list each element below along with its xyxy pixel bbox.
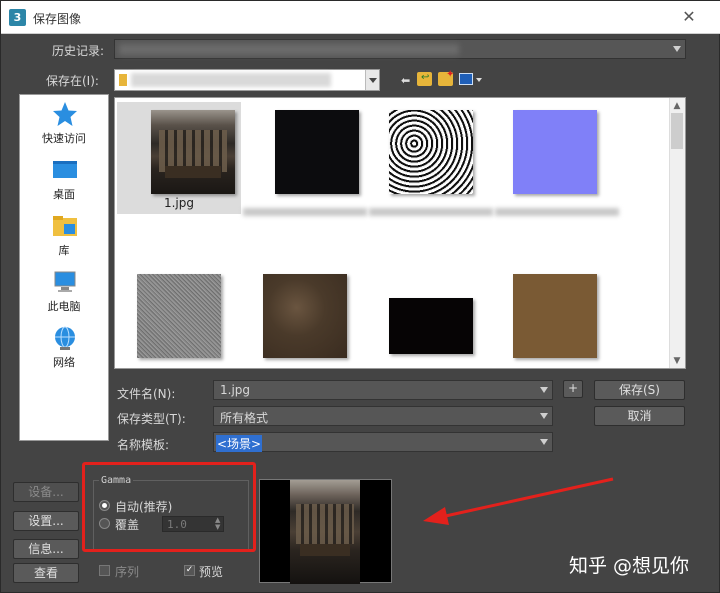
file-item[interactable]	[369, 266, 493, 368]
place-library[interactable]: 库	[20, 209, 108, 265]
star-icon	[53, 102, 77, 126]
file-item[interactable]: 1.jpg	[117, 102, 241, 214]
blurred-file-name	[243, 208, 367, 216]
places-sidebar: 快速访问 桌面 库 此电脑 网络	[19, 94, 109, 441]
filetype-value: 所有格式	[220, 411, 269, 425]
file-thumbnail	[389, 110, 473, 194]
place-quick-access[interactable]: 快速访问	[20, 97, 108, 153]
file-item[interactable]	[117, 266, 241, 368]
highlight-box	[82, 462, 256, 552]
chevron-down-icon	[673, 46, 681, 52]
file-thumbnail	[389, 298, 473, 354]
folder-icon	[119, 74, 127, 86]
blurred-history-path	[119, 44, 459, 55]
template-value: <场景>	[216, 435, 263, 452]
chevron-down-icon	[540, 387, 548, 393]
scroll-down-icon[interactable]: ▼	[671, 355, 683, 367]
place-label: 此电脑	[47, 300, 81, 313]
setup-button[interactable]: 设置...	[13, 511, 79, 531]
file-item[interactable]	[369, 102, 493, 216]
desktop-icon	[53, 161, 77, 178]
computer-icon	[54, 271, 76, 292]
chevron-down-icon	[369, 78, 377, 83]
window-title: 保存图像	[33, 12, 82, 26]
view-button[interactable]: 查看	[13, 563, 79, 583]
file-thumbnail	[263, 274, 347, 358]
sequence-label: 序列	[115, 565, 140, 579]
cancel-button[interactable]: 取消	[594, 406, 685, 426]
blurred-file-name	[495, 208, 619, 216]
file-item[interactable]	[495, 102, 619, 216]
preview-image	[290, 480, 360, 584]
back-arrow-icon[interactable]: ⬅	[401, 74, 410, 87]
save-in-label: 保存在(I):	[46, 74, 99, 88]
place-this-pc[interactable]: 此电脑	[20, 265, 108, 321]
chevron-down-icon[interactable]	[476, 78, 482, 82]
history-label: 历史记录:	[52, 44, 105, 58]
filetype-select[interactable]: 所有格式	[213, 406, 553, 426]
file-thumbnail	[513, 274, 597, 358]
chevron-down-icon	[540, 439, 548, 445]
file-thumbnail	[513, 110, 597, 194]
device-button[interactable]: 设备...	[13, 482, 79, 502]
place-desktop[interactable]: 桌面	[20, 153, 108, 209]
place-label: 快速访问	[42, 132, 86, 145]
file-thumbnail	[151, 110, 235, 194]
place-label: 桌面	[53, 188, 75, 201]
template-select[interactable]: <场景>	[213, 432, 553, 452]
file-name: 1.jpg	[163, 196, 195, 210]
chevron-down-icon	[540, 413, 548, 419]
title-bar: 3 保存图像 ✕	[1, 1, 720, 34]
filename-value: 1.jpg	[220, 383, 251, 397]
preview-label: 预览	[199, 565, 224, 579]
preview-checkbox[interactable]: ✓	[184, 565, 195, 576]
scroll-up-icon[interactable]: ▲	[671, 100, 683, 112]
save-in-combo[interactable]	[114, 69, 380, 91]
annotation-arrow-icon	[423, 477, 614, 525]
file-item[interactable]	[243, 102, 367, 216]
save-in-dropdown[interactable]	[365, 70, 379, 90]
info-button[interactable]: 信息...	[13, 539, 79, 559]
filetype-label: 保存类型(T):	[117, 412, 186, 426]
history-combo[interactable]	[114, 39, 686, 59]
watermark: 知乎 @想见你	[569, 555, 690, 577]
place-network[interactable]: 网络	[20, 321, 108, 377]
up-folder-icon[interactable]: ↩	[417, 72, 432, 86]
view-menu-icon[interactable]	[459, 73, 473, 85]
file-thumbnail	[137, 274, 221, 358]
blurred-folder-path	[131, 73, 331, 87]
network-globe-icon	[55, 326, 75, 350]
close-button[interactable]: ✕	[679, 7, 699, 27]
file-item[interactable]	[495, 266, 619, 368]
save-image-dialog: 3 保存图像 ✕ 历史记录: 保存在(I): ⬅ ↩ ✦ 快速访问 桌面 库 此…	[0, 0, 720, 593]
library-folder-icon	[53, 216, 77, 236]
filename-input[interactable]: 1.jpg	[213, 380, 553, 400]
image-preview	[259, 479, 392, 584]
sequence-checkbox[interactable]	[99, 565, 110, 576]
place-label: 网络	[53, 356, 75, 369]
place-label: 库	[58, 244, 70, 257]
app-icon: 3	[9, 9, 26, 26]
add-button[interactable]: +	[563, 380, 583, 398]
scrollbar-thumb[interactable]	[671, 113, 683, 149]
blurred-file-name	[369, 208, 493, 216]
file-list[interactable]: 1.jpg	[114, 97, 686, 369]
filename-label: 文件名(N):	[117, 387, 176, 401]
template-label: 名称模板:	[117, 438, 170, 452]
file-thumbnail	[275, 110, 359, 194]
file-item[interactable]	[243, 266, 367, 368]
new-folder-icon[interactable]: ✦	[438, 70, 454, 86]
save-button[interactable]: 保存(S)	[594, 380, 685, 400]
